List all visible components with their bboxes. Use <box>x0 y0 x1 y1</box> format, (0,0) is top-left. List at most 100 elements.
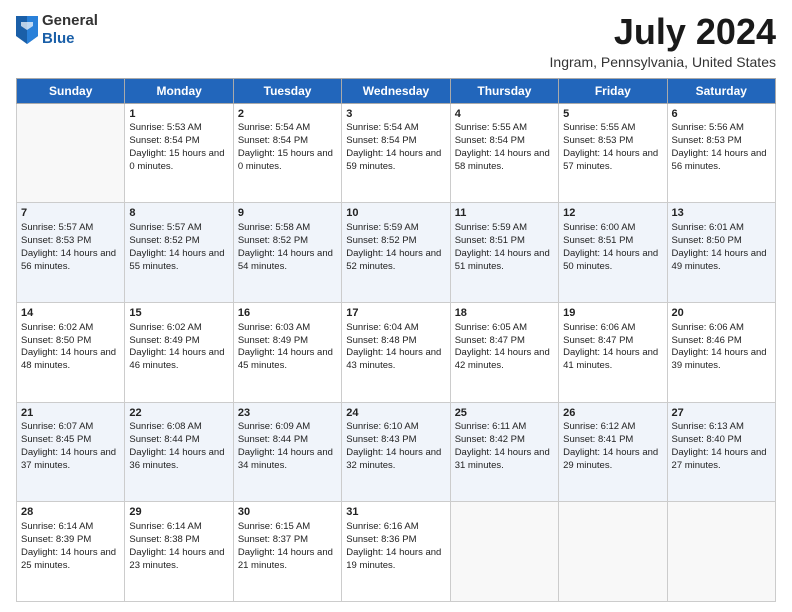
calendar-cell: 3Sunrise: 5:54 AMSunset: 8:54 PMDaylight… <box>342 103 450 203</box>
sunrise-text: Sunrise: 5:56 AM <box>672 122 771 135</box>
day-number: 2 <box>238 107 337 122</box>
calendar-cell: 24Sunrise: 6:10 AMSunset: 8:43 PMDayligh… <box>342 402 450 502</box>
sunset-text: Sunset: 8:53 PM <box>672 135 771 148</box>
calendar-cell: 31Sunrise: 6:16 AMSunset: 8:36 PMDayligh… <box>342 502 450 602</box>
sunrise-text: Sunrise: 5:59 AM <box>455 222 554 235</box>
day-number: 10 <box>346 206 445 221</box>
sunset-text: Sunset: 8:43 PM <box>346 434 445 447</box>
calendar-cell: 19Sunrise: 6:06 AMSunset: 8:47 PMDayligh… <box>559 302 667 402</box>
daylight-text: Daylight: 14 hours and 49 minutes. <box>672 248 771 274</box>
daylight-text: Daylight: 14 hours and 50 minutes. <box>563 248 662 274</box>
sunrise-text: Sunrise: 5:58 AM <box>238 222 337 235</box>
sunset-text: Sunset: 8:51 PM <box>563 235 662 248</box>
day-number: 5 <box>563 107 662 122</box>
daylight-text: Daylight: 15 hours and 0 minutes. <box>238 148 337 174</box>
daylight-text: Daylight: 14 hours and 59 minutes. <box>346 148 445 174</box>
daylight-text: Daylight: 14 hours and 55 minutes. <box>129 248 228 274</box>
calendar-header-monday: Monday <box>125 78 233 103</box>
sunrise-text: Sunrise: 6:14 AM <box>129 521 228 534</box>
calendar-cell: 17Sunrise: 6:04 AMSunset: 8:48 PMDayligh… <box>342 302 450 402</box>
sunrise-text: Sunrise: 6:08 AM <box>129 421 228 434</box>
calendar-cell: 25Sunrise: 6:11 AMSunset: 8:42 PMDayligh… <box>450 402 558 502</box>
sunset-text: Sunset: 8:48 PM <box>346 335 445 348</box>
sunrise-text: Sunrise: 5:55 AM <box>563 122 662 135</box>
sunset-text: Sunset: 8:54 PM <box>346 135 445 148</box>
sunrise-text: Sunrise: 6:11 AM <box>455 421 554 434</box>
sunrise-text: Sunrise: 6:03 AM <box>238 322 337 335</box>
calendar-cell: 5Sunrise: 5:55 AMSunset: 8:53 PMDaylight… <box>559 103 667 203</box>
calendar-cell: 14Sunrise: 6:02 AMSunset: 8:50 PMDayligh… <box>17 302 125 402</box>
day-number: 24 <box>346 406 445 421</box>
daylight-text: Daylight: 14 hours and 57 minutes. <box>563 148 662 174</box>
sunrise-text: Sunrise: 6:13 AM <box>672 421 771 434</box>
calendar-cell <box>667 502 775 602</box>
calendar-cell: 16Sunrise: 6:03 AMSunset: 8:49 PMDayligh… <box>233 302 341 402</box>
calendar-week-row: 7Sunrise: 5:57 AMSunset: 8:53 PMDaylight… <box>17 203 776 303</box>
sunrise-text: Sunrise: 6:15 AM <box>238 521 337 534</box>
sunset-text: Sunset: 8:39 PM <box>21 534 120 547</box>
daylight-text: Daylight: 14 hours and 25 minutes. <box>21 547 120 573</box>
daylight-text: Daylight: 14 hours and 56 minutes. <box>672 148 771 174</box>
daylight-text: Daylight: 14 hours and 27 minutes. <box>672 447 771 473</box>
sunset-text: Sunset: 8:44 PM <box>129 434 228 447</box>
daylight-text: Daylight: 14 hours and 39 minutes. <box>672 347 771 373</box>
daylight-text: Daylight: 14 hours and 52 minutes. <box>346 248 445 274</box>
sunrise-text: Sunrise: 5:55 AM <box>455 122 554 135</box>
sunset-text: Sunset: 8:54 PM <box>238 135 337 148</box>
calendar-cell <box>559 502 667 602</box>
day-number: 28 <box>21 505 120 520</box>
sunrise-text: Sunrise: 5:53 AM <box>129 122 228 135</box>
sunrise-text: Sunrise: 6:05 AM <box>455 322 554 335</box>
main-title: July 2024 <box>550 12 776 52</box>
day-number: 20 <box>672 306 771 321</box>
sunset-text: Sunset: 8:45 PM <box>21 434 120 447</box>
sunset-text: Sunset: 8:41 PM <box>563 434 662 447</box>
daylight-text: Daylight: 14 hours and 23 minutes. <box>129 547 228 573</box>
calendar-cell: 6Sunrise: 5:56 AMSunset: 8:53 PMDaylight… <box>667 103 775 203</box>
sunset-text: Sunset: 8:49 PM <box>129 335 228 348</box>
sunrise-text: Sunrise: 5:57 AM <box>129 222 228 235</box>
calendar-header-thursday: Thursday <box>450 78 558 103</box>
logo-general: General <box>42 12 98 29</box>
subtitle: Ingram, Pennsylvania, United States <box>550 54 776 70</box>
calendar-cell: 20Sunrise: 6:06 AMSunset: 8:46 PMDayligh… <box>667 302 775 402</box>
day-number: 9 <box>238 206 337 221</box>
daylight-text: Daylight: 14 hours and 19 minutes. <box>346 547 445 573</box>
calendar-cell: 4Sunrise: 5:55 AMSunset: 8:54 PMDaylight… <box>450 103 558 203</box>
daylight-text: Daylight: 14 hours and 46 minutes. <box>129 347 228 373</box>
day-number: 8 <box>129 206 228 221</box>
calendar-cell: 2Sunrise: 5:54 AMSunset: 8:54 PMDaylight… <box>233 103 341 203</box>
daylight-text: Daylight: 14 hours and 45 minutes. <box>238 347 337 373</box>
sunset-text: Sunset: 8:44 PM <box>238 434 337 447</box>
daylight-text: Daylight: 14 hours and 42 minutes. <box>455 347 554 373</box>
day-number: 19 <box>563 306 662 321</box>
calendar-header-sunday: Sunday <box>17 78 125 103</box>
calendar-cell <box>450 502 558 602</box>
day-number: 16 <box>238 306 337 321</box>
sunset-text: Sunset: 8:38 PM <box>129 534 228 547</box>
daylight-text: Daylight: 14 hours and 34 minutes. <box>238 447 337 473</box>
logo-icon <box>16 16 38 44</box>
header: General Blue July 2024 Ingram, Pennsylva… <box>16 12 776 70</box>
sunrise-text: Sunrise: 6:02 AM <box>21 322 120 335</box>
sunset-text: Sunset: 8:50 PM <box>672 235 771 248</box>
page: General Blue July 2024 Ingram, Pennsylva… <box>0 0 792 612</box>
calendar-cell: 8Sunrise: 5:57 AMSunset: 8:52 PMDaylight… <box>125 203 233 303</box>
sunset-text: Sunset: 8:52 PM <box>346 235 445 248</box>
sunrise-text: Sunrise: 6:01 AM <box>672 222 771 235</box>
calendar-week-row: 21Sunrise: 6:07 AMSunset: 8:45 PMDayligh… <box>17 402 776 502</box>
sunrise-text: Sunrise: 6:10 AM <box>346 421 445 434</box>
sunset-text: Sunset: 8:49 PM <box>238 335 337 348</box>
daylight-text: Daylight: 14 hours and 51 minutes. <box>455 248 554 274</box>
title-block: July 2024 Ingram, Pennsylvania, United S… <box>550 12 776 70</box>
sunrise-text: Sunrise: 6:14 AM <box>21 521 120 534</box>
sunset-text: Sunset: 8:50 PM <box>21 335 120 348</box>
calendar-cell: 29Sunrise: 6:14 AMSunset: 8:38 PMDayligh… <box>125 502 233 602</box>
daylight-text: Daylight: 14 hours and 21 minutes. <box>238 547 337 573</box>
daylight-text: Daylight: 14 hours and 36 minutes. <box>129 447 228 473</box>
sunrise-text: Sunrise: 6:12 AM <box>563 421 662 434</box>
day-number: 18 <box>455 306 554 321</box>
day-number: 31 <box>346 505 445 520</box>
day-number: 11 <box>455 206 554 221</box>
day-number: 14 <box>21 306 120 321</box>
